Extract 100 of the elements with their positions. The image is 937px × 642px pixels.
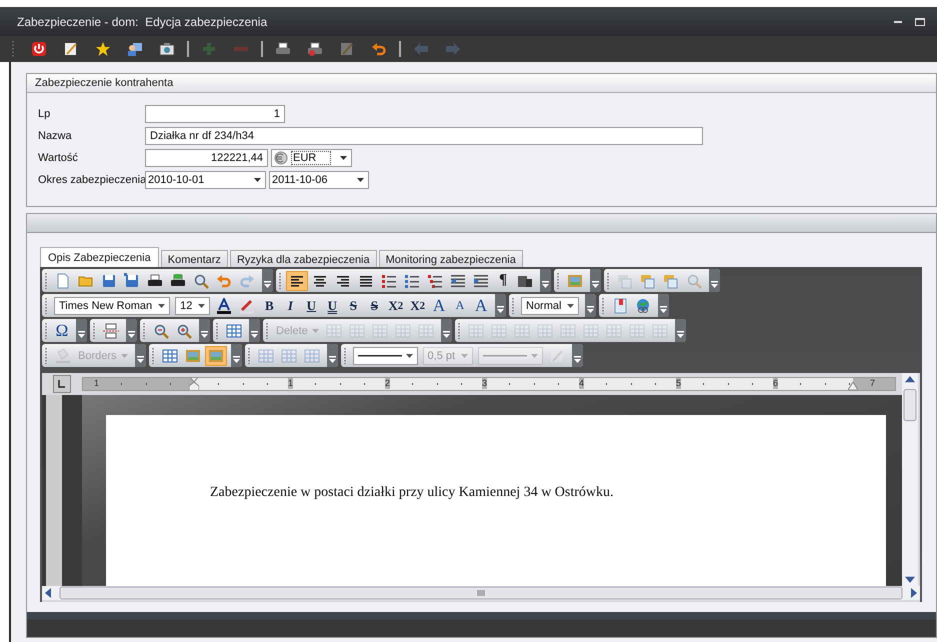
- printer-settings-icon: [307, 41, 323, 57]
- pencil-icon: [339, 41, 355, 57]
- overflow-icon[interactable]: [674, 319, 686, 342]
- vertical-scrollbar[interactable]: [902, 373, 918, 586]
- overflow-icon[interactable]: [495, 294, 506, 317]
- grip-handle[interactable]: [152, 348, 155, 364]
- input-field[interactable]: 1: [145, 105, 285, 123]
- undo-icon: [371, 41, 387, 57]
- indent-icon: [473, 272, 489, 288]
- grip-handle[interactable]: [458, 322, 461, 338]
- date-dropdown[interactable]: 2011-10-06: [269, 171, 369, 189]
- comment-icon: [617, 272, 633, 288]
- input-field[interactable]: 122221,44: [145, 149, 268, 167]
- printer-icon: [275, 41, 291, 57]
- ruler-number: 1: [288, 378, 294, 389]
- grip-handle[interactable]: [512, 298, 515, 314]
- redo-icon: [239, 272, 255, 288]
- cell-align-icon: [490, 322, 507, 338]
- overflow-icon[interactable]: [326, 344, 338, 367]
- horizontal-scrollbar[interactable]: [42, 586, 920, 600]
- overflow-icon[interactable]: [249, 319, 260, 342]
- caret-icon: [406, 354, 413, 358]
- grip-handle[interactable]: [45, 298, 48, 314]
- tab[interactable]: Ryzyka dla zabezpieczenia: [230, 250, 377, 267]
- dropdown[interactable]: Normal: [521, 296, 580, 314]
- overflow-icon[interactable]: [126, 319, 137, 342]
- format-button[interactable]: Ω: [52, 320, 72, 340]
- grip-handle[interactable]: [344, 348, 347, 364]
- arrow-left-icon: [413, 41, 429, 57]
- currency-dropdown[interactable]: EUR: [271, 149, 352, 167]
- caret-icon: [531, 354, 538, 358]
- overflow-icon[interactable]: [658, 294, 670, 317]
- cell-align-icon: [652, 322, 668, 338]
- grip-handle[interactable]: [279, 272, 282, 288]
- overflow-icon[interactable]: [572, 344, 584, 367]
- frame-icon: [162, 348, 178, 364]
- table-icon: [304, 348, 320, 364]
- grip-handle[interactable]: [12, 40, 15, 58]
- format-button[interactable]: I: [280, 296, 300, 316]
- grip-handle[interactable]: [607, 272, 610, 288]
- overflow-icon[interactable]: [585, 294, 596, 317]
- grip-handle[interactable]: [557, 272, 560, 288]
- format-button[interactable]: B: [259, 296, 280, 316]
- format-button[interactable]: U: [301, 296, 322, 316]
- grip-handle[interactable]: [45, 348, 48, 364]
- undo-icon: [216, 272, 232, 288]
- format-button[interactable]: S: [343, 296, 364, 316]
- grip-handle[interactable]: [248, 348, 251, 364]
- indent-marker[interactable]: [848, 382, 858, 390]
- format-button[interactable]: A: [429, 296, 449, 316]
- cell-align-icon: [514, 322, 530, 338]
- coin-icon: [274, 151, 288, 165]
- grip-handle[interactable]: [45, 272, 48, 288]
- grip-handle[interactable]: [602, 298, 606, 314]
- format-button[interactable]: A: [471, 296, 491, 316]
- grip-handle[interactable]: [266, 322, 269, 338]
- format-button[interactable]: A: [450, 296, 470, 316]
- shading-icon: [55, 348, 71, 364]
- caret-icon: [120, 354, 128, 358]
- dropdown[interactable]: Times New Roman: [54, 296, 170, 314]
- page-break-button[interactable]: [100, 320, 122, 340]
- overflow-icon[interactable]: [540, 269, 551, 292]
- star-icon: [95, 41, 111, 57]
- overflow-icon[interactable]: [76, 319, 87, 342]
- image-frame-icon: [208, 348, 224, 364]
- page-break-icon: [103, 322, 119, 338]
- grip-handle[interactable]: [45, 322, 48, 338]
- table-icon: [280, 348, 297, 364]
- format-button[interactable]: ¶: [493, 270, 513, 290]
- overflow-icon[interactable]: [709, 269, 720, 292]
- overflow-icon[interactable]: [199, 319, 210, 342]
- globe-icon: [635, 298, 652, 314]
- format-button[interactable]: U: [322, 296, 342, 316]
- grip-handle[interactable]: [143, 322, 146, 338]
- format-button[interactable]: S: [364, 296, 384, 316]
- document-icon: [55, 272, 71, 288]
- align-left-button[interactable]: [286, 270, 308, 290]
- tab[interactable]: Monitoring zabezpieczenia: [378, 250, 523, 267]
- date-dropdown[interactable]: 2010-10-01: [145, 171, 266, 189]
- overflow-icon[interactable]: [262, 269, 273, 292]
- minimize-icon[interactable]: [894, 20, 902, 23]
- table-columns-icon: [372, 322, 388, 338]
- caret-icon: [357, 178, 364, 182]
- tab[interactable]: Opis Zabezpieczenia: [40, 247, 159, 267]
- overflow-icon[interactable]: [590, 269, 601, 292]
- indent-marker[interactable]: [189, 378, 199, 390]
- overflow-icon[interactable]: [440, 319, 452, 342]
- ruler-number: 6: [773, 378, 778, 389]
- grip-handle[interactable]: [93, 322, 96, 338]
- line-style-dropdown[interactable]: [352, 346, 418, 364]
- tab-stop-icon[interactable]: [53, 375, 71, 393]
- overflow-icon[interactable]: [134, 344, 146, 367]
- dropdown[interactable]: 12: [175, 296, 210, 314]
- input-field[interactable]: Działka nr df 234/h34: [145, 127, 703, 145]
- zoom-out-icon: [153, 322, 169, 338]
- overflow-icon[interactable]: [230, 344, 242, 367]
- maximize-icon[interactable]: [915, 18, 925, 26]
- caret-icon: [567, 304, 574, 308]
- grip-handle[interactable]: [216, 322, 219, 338]
- tab[interactable]: Komentarz: [160, 250, 228, 267]
